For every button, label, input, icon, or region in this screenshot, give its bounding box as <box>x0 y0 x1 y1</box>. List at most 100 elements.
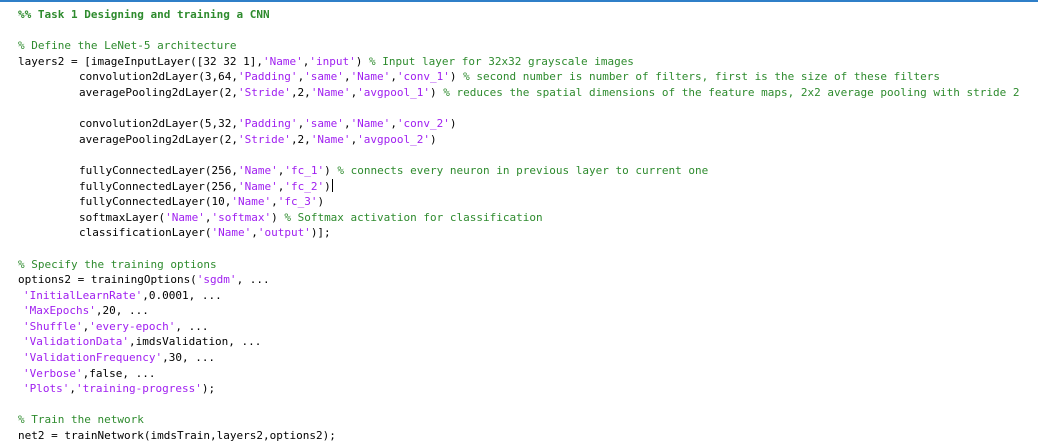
string-literal: 'avgpool_1' <box>357 85 431 99</box>
string-literal: 'Name' <box>350 70 391 84</box>
code-line[interactable]: % Specify the training options <box>18 257 1019 273</box>
string-literal: 'training-progress' <box>75 382 202 396</box>
code-line[interactable]: 'InitialLearnRate',0.0001, ... <box>18 288 1019 304</box>
string-literal: 'fc_1' <box>284 163 325 177</box>
code-line[interactable]: % Train the network <box>18 412 1019 428</box>
code-token: fullyConnectedLayer(256, <box>79 179 238 193</box>
code-line[interactable]: 'MaxEpochs',20, ... <box>18 303 1019 319</box>
string-literal: 'Name' <box>310 85 351 99</box>
code-token: ) <box>430 132 437 146</box>
code-token: convolution2dLayer(5,32, <box>79 117 238 131</box>
code-line[interactable]: layers2 = [imageInputLayer([32 32 1],'Na… <box>18 54 1019 70</box>
code-token: ) <box>324 179 331 193</box>
code-line[interactable] <box>18 23 1019 39</box>
code-comment: % connects every neuron in previous laye… <box>337 163 709 177</box>
code-comment: % Input layer for 32x32 grayscale images <box>369 54 634 68</box>
string-literal: 'input' <box>309 54 356 68</box>
code-token: , <box>251 226 258 240</box>
code-line[interactable] <box>18 241 1019 257</box>
code-token: ) <box>449 70 464 84</box>
code-token: ) <box>271 210 285 224</box>
code-token: ) <box>430 85 444 99</box>
string-literal: 'same' <box>304 117 344 131</box>
code-comment: % Define the LeNet-5 architecture <box>18 39 237 53</box>
string-literal: 'Padding' <box>237 117 298 131</box>
code-token: net2 = trainNetwork(imdsTrain,layers2,op… <box>18 429 336 443</box>
code-token: , ... <box>175 319 209 333</box>
code-line[interactable]: fullyConnectedLayer(10,'Name','fc_3') <box>18 194 1019 210</box>
string-literal: 'Name' <box>350 117 391 131</box>
code-comment: % second number is number of filters, fi… <box>463 70 940 84</box>
string-literal: 'fc_3' <box>277 195 318 209</box>
code-token: ,imdsValidation, ... <box>128 335 262 349</box>
code-token: layers2 = [imageInputLayer([32 32 1], <box>18 54 264 68</box>
code-token: , <box>390 70 397 84</box>
code-token: ) <box>317 195 325 209</box>
code-token: ,2, <box>290 132 311 146</box>
code-line[interactable]: 'Shuffle','every-epoch', ... <box>18 319 1019 335</box>
code-line[interactable] <box>18 147 1019 163</box>
code-token: classificationLayer( <box>79 226 212 240</box>
code-line[interactable]: convolution2dLayer(3,64,'Padding','same'… <box>18 69 1019 85</box>
string-literal: 'Name' <box>263 54 303 68</box>
string-literal: 'Stride' <box>237 132 291 146</box>
code-line[interactable]: averagePooling2dLayer(2,'Stride',2,'Name… <box>18 132 1019 148</box>
code-line[interactable] <box>18 397 1019 413</box>
code-token: averagePooling2dLayer(2, <box>79 132 238 146</box>
code-editor[interactable]: %% Task 1 Designing and training a CNN % … <box>0 0 1038 447</box>
string-literal: 'Shuffle' <box>23 319 83 333</box>
string-literal: 'Padding' <box>237 70 298 84</box>
string-literal: 'Name' <box>211 226 252 240</box>
code-token: ); <box>201 382 216 396</box>
code-line[interactable]: 'Verbose',false, ... <box>18 366 1019 382</box>
text-cursor <box>331 178 333 192</box>
string-literal: 'ValidationData' <box>23 335 129 349</box>
code-token: , <box>343 117 351 131</box>
string-literal: 'same' <box>304 70 344 84</box>
string-literal: 'Name' <box>165 210 205 224</box>
code-line[interactable]: softmaxLayer('Name','softmax') % Softmax… <box>18 210 1019 226</box>
string-literal: 'avgpool_2' <box>357 132 431 146</box>
code-line[interactable] <box>18 101 1019 117</box>
code-token: ,20, ... <box>95 304 149 318</box>
string-literal: 'Stride' <box>237 85 291 99</box>
code-line[interactable]: options2 = trainingOptions('sgdm', ... <box>18 272 1019 288</box>
code-token: ,30, ... <box>162 351 216 365</box>
code-token: , <box>390 117 397 131</box>
code-comment: % reduces the spatial dimensions of the … <box>443 85 1020 99</box>
code-token: , <box>69 382 76 396</box>
string-literal: 'MaxEpochs' <box>23 304 96 318</box>
code-token: ) <box>324 163 338 177</box>
code-line[interactable]: 'ValidationData',imdsValidation, ... <box>18 334 1019 350</box>
code-line[interactable]: net2 = trainNetwork(imdsTrain,layers2,op… <box>18 428 1019 444</box>
section-comment: %% Task 1 Designing and training a CNN <box>18 8 270 21</box>
code-line[interactable]: convolution2dLayer(5,32,'Padding','same'… <box>18 116 1019 132</box>
code-line[interactable]: averagePooling2dLayer(2,'Stride',2,'Name… <box>18 85 1019 101</box>
string-literal: 'softmax' <box>211 210 272 224</box>
code-area[interactable]: %% Task 1 Designing and training a CNN % … <box>18 7 1019 444</box>
string-literal: 'sgdm' <box>196 273 237 287</box>
code-line[interactable]: 'ValidationFrequency',30, ... <box>18 350 1019 366</box>
string-literal: 'InitialLearnRate' <box>23 288 143 302</box>
code-token: ,0.0001, ... <box>142 288 222 302</box>
code-token: ) <box>355 54 370 68</box>
code-line[interactable]: fullyConnectedLayer(256,'Name','fc_1') %… <box>18 163 1019 179</box>
string-literal: 'Name' <box>237 163 278 177</box>
code-comment: % Train the network <box>18 413 144 427</box>
code-line[interactable]: % Define the LeNet-5 architecture <box>18 38 1019 54</box>
code-token: ,false, ... <box>82 366 156 380</box>
code-token: , ... <box>236 273 270 287</box>
code-token: , <box>271 195 278 209</box>
code-line[interactable]: %% Task 1 Designing and training a CNN <box>18 7 1019 23</box>
code-token: ,2, <box>290 85 311 99</box>
string-literal: 'fc_2' <box>284 179 325 193</box>
code-line[interactable]: 'Plots','training-progress'); <box>18 381 1019 397</box>
code-token: , <box>343 70 351 84</box>
string-literal: 'conv_2' <box>396 117 450 131</box>
code-token: )]; <box>310 226 331 240</box>
code-line[interactable]: classificationLayer('Name','output')]; <box>18 225 1019 241</box>
code-line[interactable]: fullyConnectedLayer(256,'Name','fc_2') <box>18 178 1019 195</box>
code-token: softmaxLayer( <box>79 210 166 224</box>
string-literal: 'Name' <box>310 132 351 146</box>
string-literal: 'conv_1' <box>396 70 450 84</box>
